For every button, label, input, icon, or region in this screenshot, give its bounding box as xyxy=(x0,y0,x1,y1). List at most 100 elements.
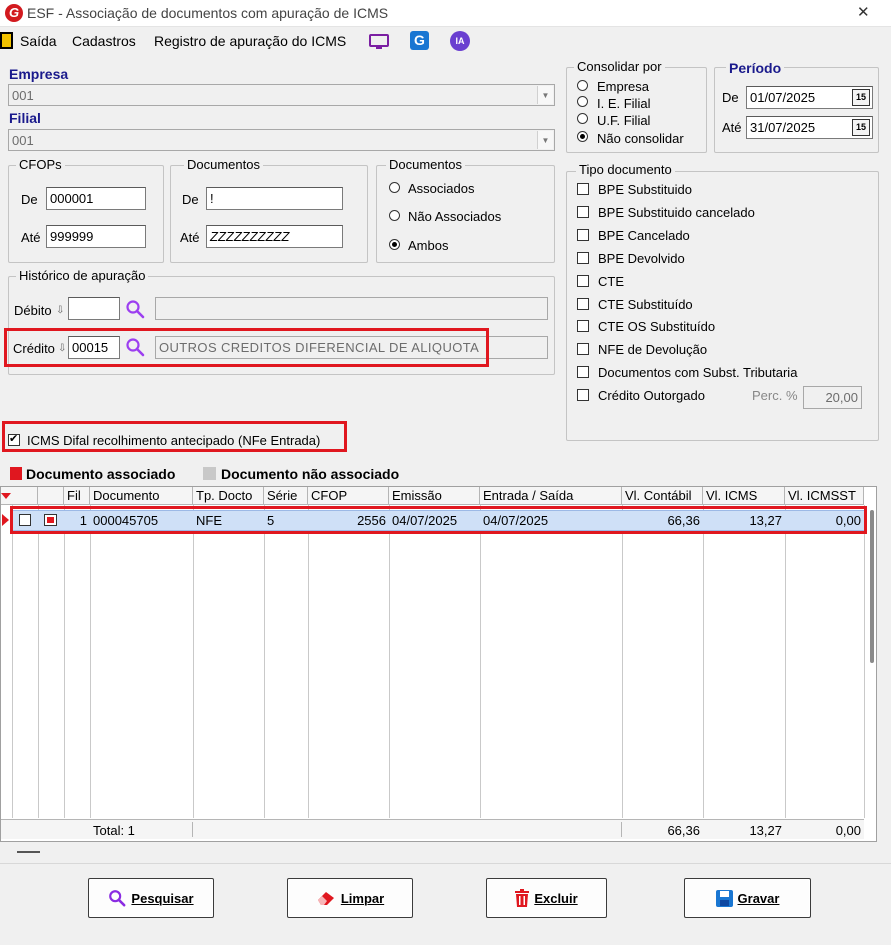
button-bar-divider xyxy=(0,863,891,864)
documentos-de-input[interactable]: ! xyxy=(206,187,343,210)
tipo-documento-label: CTE xyxy=(598,274,624,289)
col-emissao-header[interactable]: Emissão xyxy=(389,487,480,505)
grid-column-line xyxy=(90,505,91,818)
documentos-filter-title: Documentos xyxy=(386,158,465,172)
docs-option-label: Não Associados xyxy=(408,209,502,224)
cfops-de-input[interactable]: 000001 xyxy=(46,187,146,210)
grid-column-line xyxy=(622,505,623,818)
excluir-label: Excluir xyxy=(534,890,578,906)
tipo-documento-checkbox[interactable] xyxy=(577,389,589,401)
tipo-documento-checkbox[interactable] xyxy=(577,206,589,218)
excluir-button[interactable]: Excluir xyxy=(486,878,607,918)
tipo-documento-label: BPE Devolvido xyxy=(598,251,685,266)
tipo-documento-label: Crédito Outorgado xyxy=(598,388,705,403)
tipo-documento-checkbox[interactable] xyxy=(577,343,589,355)
calendar-icon[interactable]: 15 xyxy=(852,119,870,136)
consolidar-option-label: Empresa xyxy=(597,79,650,94)
pesquisar-button[interactable]: Pesquisar xyxy=(88,878,214,918)
col-vl-icms-header[interactable]: Vl. ICMS xyxy=(703,487,785,505)
periodo-de-value: 01/07/2025 xyxy=(750,90,816,105)
menu-bar: Saída Cadastros Registro de apuração do … xyxy=(0,28,891,55)
chevron-down-icon[interactable]: ▼ xyxy=(537,86,553,104)
tipo-documento-checkbox[interactable] xyxy=(577,229,589,241)
chevron-down-icon[interactable]: ▼ xyxy=(537,131,553,149)
cfops-ate-input[interactable]: 999999 xyxy=(46,225,146,248)
tipo-documento-label: BPE Cancelado xyxy=(598,228,690,243)
grid-vertical-scrollbar[interactable] xyxy=(870,510,874,663)
horizontal-scroll-thumb[interactable] xyxy=(17,851,40,853)
grid-column-line xyxy=(864,505,865,818)
sort-indicator-icon xyxy=(1,493,11,499)
tipo-documento-label: NFE de Devolução xyxy=(598,342,708,357)
documentos-ate-input[interactable]: ZZZZZZZZZZ xyxy=(206,225,343,248)
perc-input[interactable]: 20,00 xyxy=(803,386,862,409)
radio-consolidar-empresa[interactable] xyxy=(577,80,588,91)
monitor-icon[interactable] xyxy=(369,34,389,50)
search-icon[interactable] xyxy=(125,299,145,319)
radio-ambos[interactable] xyxy=(389,239,400,250)
consolidar-option-label: I. E. Filial xyxy=(597,96,651,111)
radio-associados[interactable] xyxy=(389,182,400,193)
periodo-group xyxy=(714,67,879,153)
tipo-documento-checkbox[interactable] xyxy=(577,320,589,332)
tipo-documento-title: Tipo documento xyxy=(576,163,675,177)
grid-column-line xyxy=(64,505,65,818)
calendar-icon[interactable]: 15 xyxy=(852,89,870,106)
limpar-button[interactable]: Limpar xyxy=(287,878,413,918)
row-highlight xyxy=(10,506,867,534)
debito-input[interactable] xyxy=(68,297,120,320)
menu-cadastros[interactable]: Cadastros xyxy=(72,34,136,49)
grid-column-line xyxy=(193,505,194,818)
col-vl-contabil-header[interactable]: Vl. Contábil xyxy=(622,487,703,505)
periodo-title: Período xyxy=(726,61,785,75)
tipo-documento-checkbox[interactable] xyxy=(577,183,589,195)
perc-label: Perc. % xyxy=(752,388,798,403)
footer-vl-icmsst: 0,00 xyxy=(835,823,861,838)
limpar-label: Limpar xyxy=(340,890,385,906)
search-icon xyxy=(109,890,126,907)
gravar-button[interactable]: Gravar xyxy=(684,878,811,918)
periodo-de-label: De xyxy=(722,90,739,105)
filial-select[interactable]: 001 ▼ xyxy=(8,129,555,151)
col-cfop-header[interactable]: CFOP xyxy=(308,487,389,505)
periodo-de-input[interactable]: 01/07/2025 15 xyxy=(746,86,873,109)
docs-option-label: Ambos xyxy=(408,238,449,253)
col-serie-header[interactable]: Série xyxy=(264,487,308,505)
tipo-documento-checkbox[interactable] xyxy=(577,275,589,287)
icms-difal-highlight xyxy=(2,421,347,452)
g-app-icon[interactable]: G xyxy=(410,31,429,50)
radio-nao-associados[interactable] xyxy=(389,210,400,221)
tipo-documento-label: CTE OS Substituído xyxy=(598,319,716,334)
tipo-documento-label: BPE Substituido xyxy=(598,182,692,197)
periodo-ate-input[interactable]: 31/07/2025 15 xyxy=(746,116,873,139)
col-status-header xyxy=(38,487,64,505)
col-entrada-saida-header[interactable]: Entrada / Saída xyxy=(480,487,622,505)
close-icon[interactable]: ✕ xyxy=(857,5,870,20)
app-logo-icon: G xyxy=(5,4,23,22)
col-documento-header[interactable]: Documento xyxy=(90,487,193,505)
documentos-de-label: De xyxy=(182,192,199,207)
ia-icon[interactable]: IA xyxy=(450,31,470,51)
menu-saida[interactable]: Saída xyxy=(20,34,57,49)
radio-consolidar-nao[interactable] xyxy=(577,131,588,142)
tipo-documento-checkbox[interactable] xyxy=(577,366,589,378)
grid-column-line xyxy=(703,505,704,818)
menu-registro-apuracao[interactable]: Registro de apuração do ICMS xyxy=(154,34,346,49)
empresa-select[interactable]: 001 ▼ xyxy=(8,84,555,106)
tipo-documento-checkbox[interactable] xyxy=(577,252,589,264)
radio-consolidar-ie-filial[interactable] xyxy=(577,96,588,107)
grid-column-line xyxy=(389,505,390,818)
col-fil-header[interactable]: Fil xyxy=(64,487,90,505)
debito-description xyxy=(155,297,548,320)
col-vl-icmsst-header[interactable]: Vl. ICMSST xyxy=(785,487,864,505)
window-title: ESF - Associação de documentos com apura… xyxy=(27,5,389,21)
col-tp-docto-header[interactable]: Tp. Docto xyxy=(193,487,264,505)
radio-consolidar-uf-filial[interactable] xyxy=(577,113,588,124)
exit-icon[interactable] xyxy=(0,32,13,49)
grid-column-line xyxy=(308,505,309,818)
tipo-documento-checkbox[interactable] xyxy=(577,298,589,310)
legend-nao-associado-swatch xyxy=(203,467,216,480)
documentos-range-group xyxy=(170,165,368,263)
footer-total: Total: 1 xyxy=(93,823,135,838)
trash-icon xyxy=(515,889,530,907)
